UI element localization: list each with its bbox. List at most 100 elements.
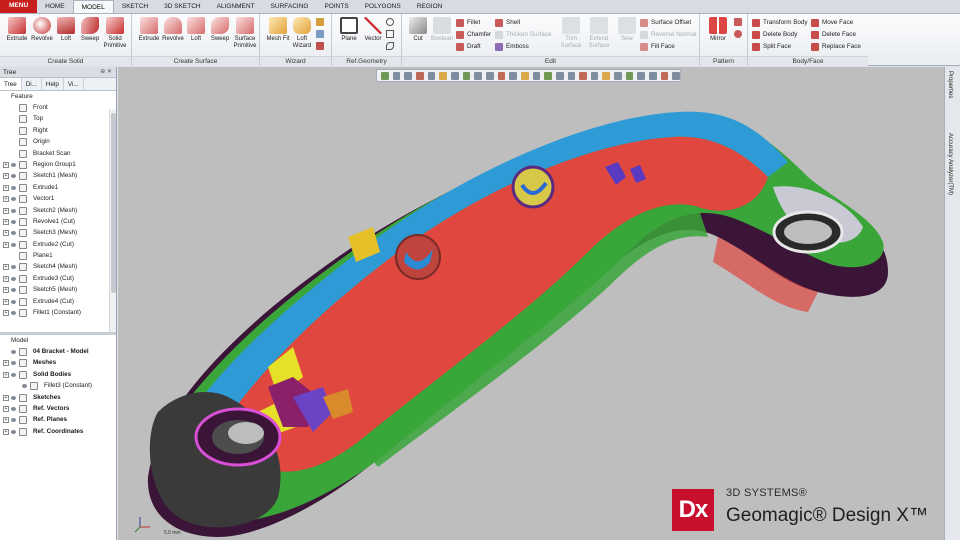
feature-tree-item[interactable]: + Sketch4 (Mesh) bbox=[0, 261, 116, 272]
feature-tree-item[interactable]: + Region Group1 bbox=[0, 159, 116, 170]
boolean-button[interactable]: Boolean bbox=[428, 17, 456, 55]
feature-tree-item[interactable]: Front bbox=[0, 102, 116, 113]
panel-tab-0[interactable]: Tree bbox=[0, 78, 22, 90]
tab-polygons[interactable]: POLYGONS bbox=[357, 0, 409, 13]
3d-viewport[interactable]: 5.0 mm bbox=[118, 67, 944, 540]
visibility-icon[interactable] bbox=[11, 162, 16, 167]
delete-face-button[interactable]: Delete Face bbox=[811, 29, 856, 40]
visibility-icon[interactable] bbox=[11, 299, 16, 304]
visibility-icon[interactable] bbox=[11, 174, 16, 179]
visibility-icon[interactable] bbox=[11, 311, 16, 316]
expand-icon[interactable]: + bbox=[3, 196, 9, 203]
visibility-icon[interactable] bbox=[22, 384, 27, 389]
shell-button[interactable]: Shell bbox=[495, 17, 520, 28]
thicken-surface-button[interactable]: Thicken Surface bbox=[495, 29, 552, 40]
visibility-icon[interactable] bbox=[11, 276, 16, 281]
split-face-button[interactable]: Split Face bbox=[752, 41, 791, 52]
sew-button[interactable]: Sew bbox=[613, 17, 641, 55]
tab-menu[interactable]: MENU bbox=[0, 0, 38, 13]
tab-home[interactable]: HOME bbox=[37, 0, 73, 13]
feature-tree-item[interactable]: Origin bbox=[0, 136, 116, 147]
model-tree-item[interactable]: + Sketches bbox=[0, 392, 116, 403]
model-tree-item[interactable]: + Ref. Planes bbox=[0, 414, 116, 425]
visibility-icon[interactable] bbox=[11, 406, 16, 411]
wizard-extra-icon[interactable] bbox=[316, 18, 324, 26]
expand-icon[interactable]: + bbox=[3, 428, 9, 435]
expand-icon[interactable]: + bbox=[3, 405, 9, 412]
accuracy-analyzer-tab[interactable]: Accuracy Analyzer(TM) bbox=[947, 133, 953, 195]
model-tree-item[interactable]: Fillet3 (Constant) bbox=[0, 380, 116, 391]
emboss-button[interactable]: Emboss bbox=[495, 41, 529, 52]
model-tree-item[interactable]: + Solid Bodies bbox=[0, 369, 116, 380]
pin-icon[interactable]: ⊕ ✕ bbox=[100, 67, 112, 78]
surface-primitive-button[interactable]: Surface Primitive bbox=[231, 17, 259, 55]
transform-body-button[interactable]: Transform Body bbox=[752, 17, 808, 28]
model-tree-item[interactable]: 04 Bracket - Model bbox=[0, 346, 116, 357]
feature-tree-item[interactable]: + Extrude4 (Cut) bbox=[0, 296, 116, 307]
expand-icon[interactable]: + bbox=[3, 241, 9, 248]
expand-icon[interactable]: + bbox=[3, 218, 9, 225]
solid-primitive-button[interactable]: Solid Primitive bbox=[101, 17, 129, 55]
expand-icon[interactable]: + bbox=[3, 275, 9, 282]
vector-button[interactable]: Vector bbox=[359, 17, 387, 55]
trim-surface-button[interactable]: Trim Surface bbox=[557, 17, 585, 55]
fillet-button[interactable]: Fillet bbox=[456, 17, 480, 28]
visibility-icon[interactable] bbox=[11, 395, 16, 400]
circular-pattern-icon[interactable] bbox=[734, 30, 742, 38]
feature-tree-item[interactable]: Bracket Scan bbox=[0, 148, 116, 159]
feature-tree-item[interactable]: Top bbox=[0, 113, 116, 124]
wizard-extra-icon-3[interactable] bbox=[316, 42, 324, 50]
delete-body-button[interactable]: Delete Body bbox=[752, 29, 797, 40]
feature-tree-item[interactable]: Right bbox=[0, 125, 116, 136]
surface-sweep-button[interactable]: Sweep bbox=[206, 17, 234, 55]
scrollbar-thumb[interactable] bbox=[111, 113, 116, 293]
draft-button[interactable]: Draft bbox=[456, 41, 481, 52]
expand-icon[interactable]: + bbox=[3, 310, 9, 317]
point-icon[interactable] bbox=[386, 18, 394, 26]
feature-tree-item[interactable]: + Fillet1 (Constant) bbox=[0, 307, 116, 318]
feature-tree-item[interactable]: + Vector1 bbox=[0, 193, 116, 204]
panel-tab-1[interactable]: Di... bbox=[22, 78, 42, 90]
model-tree-item[interactable]: + Meshes bbox=[0, 357, 116, 368]
linear-pattern-icon[interactable] bbox=[734, 18, 742, 26]
surface-offset-button[interactable]: Surface Offset bbox=[640, 17, 691, 28]
visibility-icon[interactable] bbox=[11, 372, 16, 377]
feature-tree-item[interactable]: + Sketch2 (Mesh) bbox=[0, 205, 116, 216]
loft-wizard-button[interactable]: Loft Wizard bbox=[288, 17, 316, 55]
feature-tree-item[interactable]: + Sketch3 (Mesh) bbox=[0, 227, 116, 238]
tab-region[interactable]: REGION bbox=[409, 0, 451, 13]
fill-face-button[interactable]: Fill Face bbox=[640, 41, 675, 52]
expand-icon[interactable]: + bbox=[3, 264, 9, 271]
tab-points[interactable]: POINTS bbox=[316, 0, 356, 13]
tab-sketch[interactable]: SKETCH bbox=[114, 0, 156, 13]
visibility-icon[interactable] bbox=[11, 418, 16, 423]
solid-sweep-button[interactable]: Sweep bbox=[76, 17, 104, 55]
visibility-icon[interactable] bbox=[11, 350, 16, 354]
feature-tree-item[interactable]: Plane1 bbox=[0, 250, 116, 261]
feature-tree-item[interactable]: + Extrude3 (Cut) bbox=[0, 273, 116, 284]
properties-tab[interactable]: Properties bbox=[947, 71, 953, 98]
expand-icon[interactable]: + bbox=[3, 417, 9, 424]
visibility-icon[interactable] bbox=[11, 429, 16, 434]
line-icon[interactable] bbox=[386, 42, 394, 50]
feature-tree-scrollbar[interactable] bbox=[109, 109, 116, 334]
feature-tree-item[interactable]: + Extrude2 (Cut) bbox=[0, 239, 116, 250]
expand-icon[interactable]: + bbox=[3, 287, 9, 294]
visibility-icon[interactable] bbox=[11, 265, 16, 270]
model-tree-item[interactable]: + Ref. Coordinates bbox=[0, 426, 116, 437]
visibility-icon[interactable] bbox=[11, 185, 16, 190]
feature-tree-item[interactable]: + Sketch1 (Mesh) bbox=[0, 170, 116, 181]
expand-icon[interactable]: + bbox=[3, 298, 9, 305]
expand-icon[interactable]: + bbox=[3, 230, 9, 237]
wizard-extra-icon-2[interactable] bbox=[316, 30, 324, 38]
feature-tree-item[interactable]: + Extrude1 bbox=[0, 182, 116, 193]
visibility-icon[interactable] bbox=[11, 197, 16, 202]
tab-surfacing[interactable]: SURFACING bbox=[263, 0, 317, 13]
visibility-icon[interactable] bbox=[11, 242, 16, 247]
coordinate-icon[interactable] bbox=[386, 30, 394, 38]
solid-extrude-button[interactable]: Extrude bbox=[3, 17, 31, 55]
visibility-icon[interactable] bbox=[11, 208, 16, 213]
mirror-button[interactable]: Mirror bbox=[704, 17, 732, 55]
tab-3d-sketch[interactable]: 3D SKETCH bbox=[156, 0, 208, 13]
expand-icon[interactable]: + bbox=[3, 394, 9, 401]
